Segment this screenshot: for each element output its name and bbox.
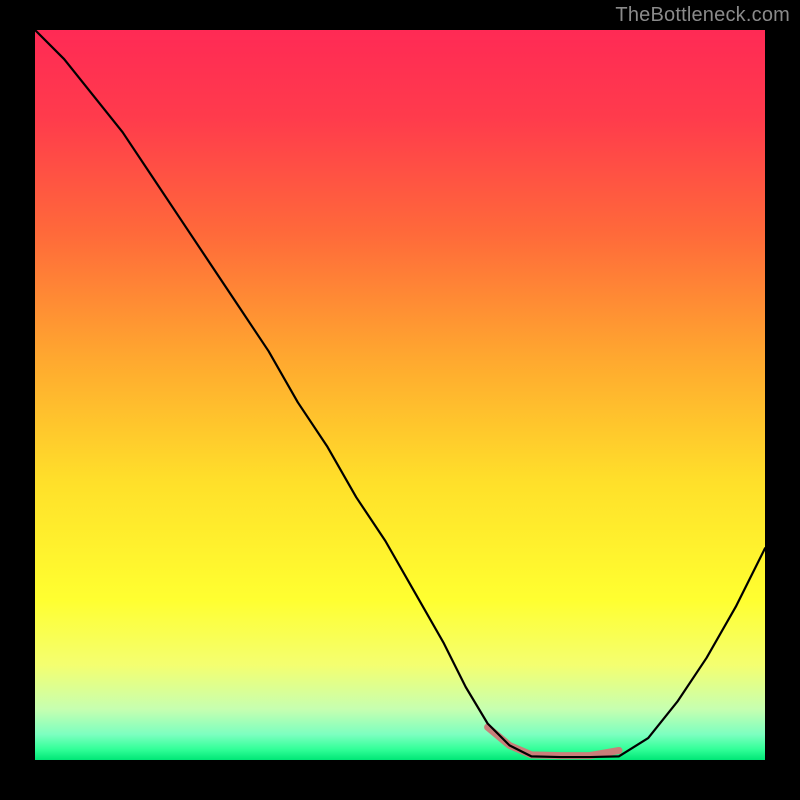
curve-layer bbox=[35, 30, 765, 760]
chart-container: TheBottleneck.com bbox=[0, 0, 800, 800]
flat-bottom-marker bbox=[488, 727, 619, 755]
bottleneck-curve bbox=[35, 30, 765, 757]
watermark-text: TheBottleneck.com bbox=[615, 4, 790, 27]
plot-area bbox=[35, 30, 765, 760]
